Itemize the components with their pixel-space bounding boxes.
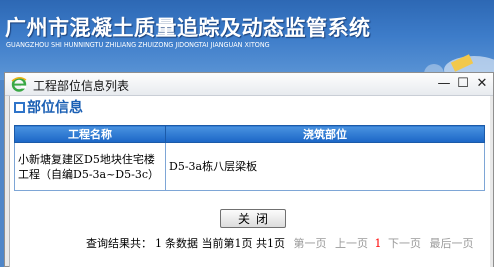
cell-project-name: 小新塘复建区D5地块住宅楼工程（自编D5-3a~D5-3c） bbox=[14, 142, 166, 191]
column-header-location: 浇筑部位 bbox=[165, 125, 485, 143]
dialog-titlebar[interactable]: 工程部位信息列表 — ☐ ✕ bbox=[5, 73, 493, 96]
close-button[interactable]: 关闭 bbox=[220, 209, 286, 228]
info-dialog: 工程部位信息列表 — ☐ ✕ 部位信息 工程名称 浇筑部位 小新塘复建区D5地块… bbox=[4, 72, 494, 267]
total-pages: 1 bbox=[267, 237, 274, 250]
dialog-title: 工程部位信息列表 bbox=[33, 79, 130, 93]
dialog-edge bbox=[490, 96, 493, 267]
section-title: 部位信息 bbox=[27, 100, 83, 116]
pagination: 查询结果共： 1 条数据 当前第1页 共1页 第一页 上一页 1 下一页 最后一页 bbox=[86, 235, 474, 251]
prev-page-link[interactable]: 上一页 bbox=[335, 237, 368, 250]
next-page-link[interactable]: 下一页 bbox=[388, 237, 421, 250]
section-header: 部位信息 bbox=[14, 98, 83, 116]
column-header-project: 工程名称 bbox=[14, 125, 166, 143]
current-page-suffix: 页 bbox=[241, 237, 253, 250]
first-page-link[interactable]: 第一页 bbox=[294, 237, 327, 250]
dialog-content: 部位信息 工程名称 浇筑部位 小新塘复建区D5地块住宅楼工程（自编D5-3a~D… bbox=[9, 96, 491, 267]
total-pages-prefix: 共 bbox=[256, 237, 267, 250]
result-total: 1 bbox=[155, 237, 162, 250]
app-title: 广州市混凝土质量追踪及动态监管系统 bbox=[5, 15, 371, 40]
table-row: 小新塘复建区D5地块住宅楼工程（自编D5-3a~D5-3c） D5-3a栋八层梁… bbox=[14, 142, 485, 191]
table-header-row: 工程名称 浇筑部位 bbox=[14, 125, 485, 143]
result-count-label: 查询结果共： bbox=[86, 237, 152, 250]
ie-browser-icon bbox=[11, 77, 27, 92]
last-page-link[interactable]: 最后一页 bbox=[430, 237, 474, 250]
section-square-icon bbox=[14, 102, 25, 113]
result-unit: 条数据 bbox=[165, 237, 198, 250]
current-page: 1 bbox=[234, 237, 242, 250]
app-subtitle: GUANGZHOU SHI HUNNINGTU ZHILIANG ZHUIZON… bbox=[6, 41, 270, 49]
location-table: 工程名称 浇筑部位 小新塘复建区D5地块住宅楼工程（自编D5-3a~D5-3c）… bbox=[14, 125, 485, 191]
page-link[interactable]: 1 bbox=[375, 237, 382, 250]
app-banner: 广州市混凝土质量追踪及动态监管系统 GUANGZHOU SHI HUNNINGT… bbox=[0, 0, 494, 80]
close-icon[interactable]: ✕ bbox=[471, 75, 493, 92]
total-pages-suffix: 页 bbox=[274, 237, 285, 250]
cell-location: D5-3a栋八层梁板 bbox=[165, 142, 485, 191]
current-page-prefix: 当前第 bbox=[201, 237, 235, 250]
